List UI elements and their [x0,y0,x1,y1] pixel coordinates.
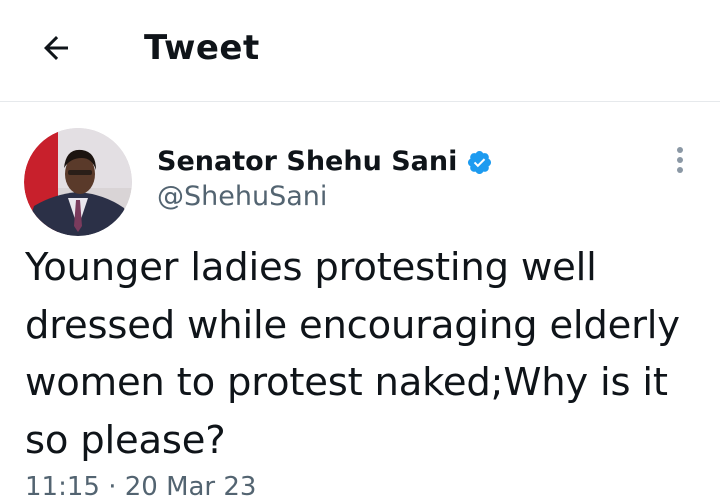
tweet-timestamp[interactable]: 11:15 · 20 Mar 23 [25,472,256,502]
avatar-photo [24,128,132,236]
page-title: Tweet [144,28,260,68]
tweet-text: Younger ladies protesting well dressed w… [25,245,680,463]
author-name[interactable]: Senator Shehu Sani [157,145,493,179]
more-vertical-icon [677,147,683,173]
back-button[interactable] [34,26,78,70]
top-bar: Tweet [0,0,720,102]
author-handle[interactable]: @ShehuSani [157,180,327,214]
arrow-left-icon [44,36,68,60]
more-options-button[interactable] [662,142,698,178]
verified-badge-icon [468,150,492,174]
author-name-text: Senator Shehu Sani [157,146,458,177]
avatar[interactable] [24,128,132,236]
